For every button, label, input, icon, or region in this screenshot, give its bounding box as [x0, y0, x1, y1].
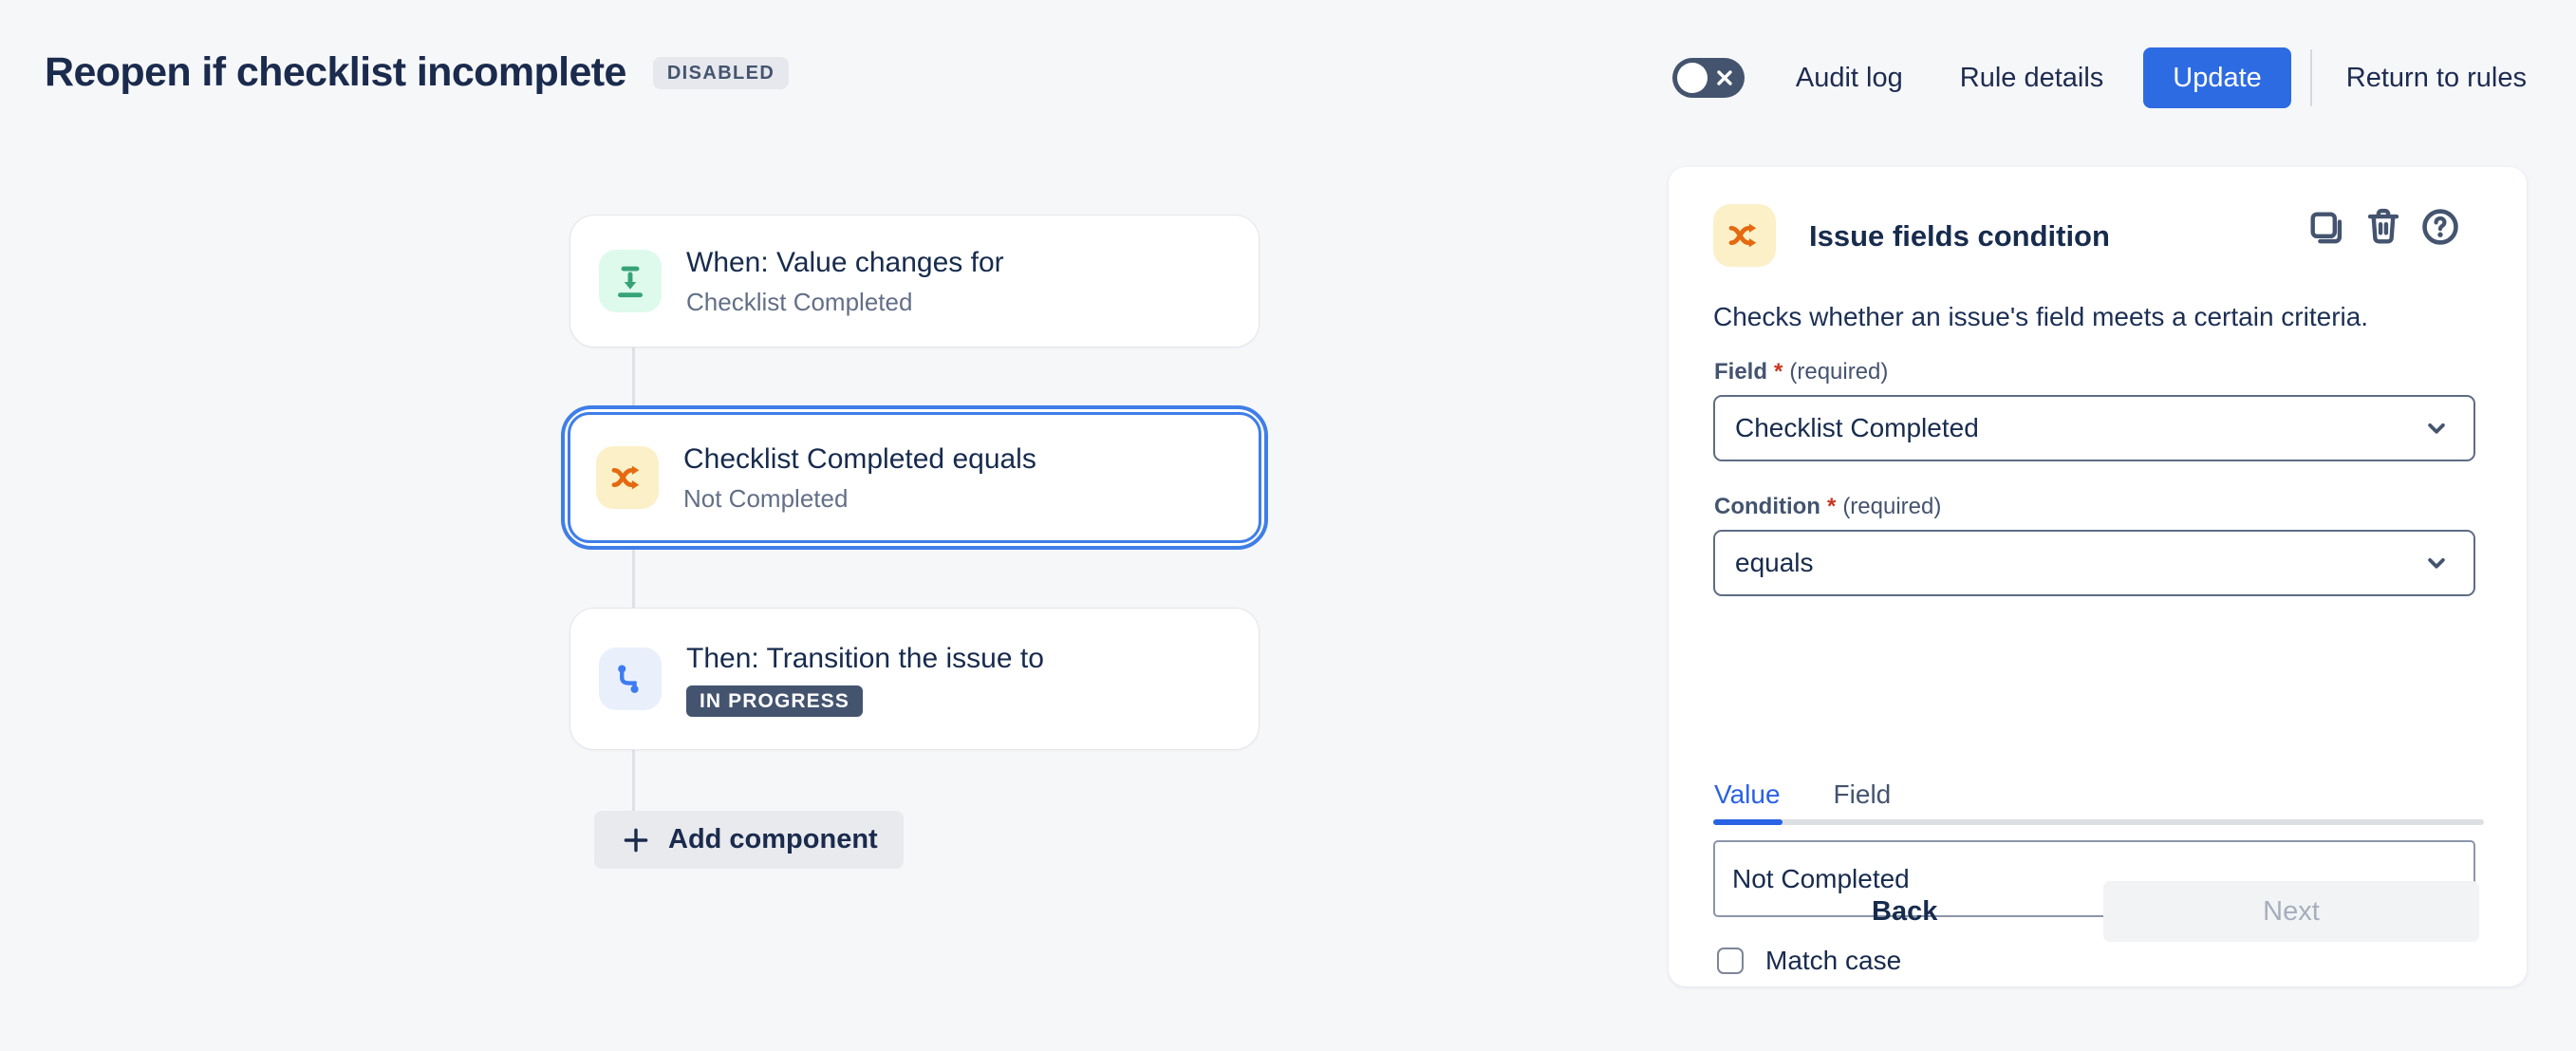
required-suffix: (required): [1842, 494, 1941, 520]
duplicate-component-button[interactable]: [2305, 207, 2348, 251]
trigger-card-subtitle: Checklist Completed: [686, 286, 1004, 318]
condition-card-subtitle: Not Completed: [683, 482, 1036, 515]
transition-status-badge: IN PROGRESS: [686, 685, 863, 717]
return-to-rules-link[interactable]: Return to rules: [2346, 63, 2527, 94]
header-actions: Audit log Rule details Update Return to …: [1672, 47, 2527, 109]
header-divider: [2310, 49, 2312, 106]
condition-select-value: equals: [1735, 548, 2422, 578]
flow-card-trigger[interactable]: When: Value changes for Checklist Comple…: [569, 215, 1260, 347]
page-header: Reopen if checklist incomplete DISABLED: [45, 49, 789, 96]
flow-connector-line: [632, 285, 635, 840]
trash-icon: [2362, 205, 2404, 247]
page-title: Reopen if checklist incomplete: [45, 49, 626, 96]
add-component-label: Add component: [668, 824, 878, 855]
required-asterisk: *: [1774, 359, 1783, 385]
trigger-card-title: When: Value changes for: [686, 245, 1004, 281]
plus-icon: [620, 824, 652, 856]
field-label: Field* (required): [1714, 359, 1888, 385]
delete-component-button[interactable]: [2361, 205, 2405, 249]
tab-track: [1713, 819, 2484, 825]
value-changes-trigger-icon: [599, 250, 662, 312]
next-button[interactable]: Next: [2103, 881, 2479, 942]
status-badge: DISABLED: [653, 57, 789, 89]
panel-title: Issue fields condition: [1809, 219, 2110, 253]
toggle-off-x-icon: [1715, 68, 1734, 87]
field-select-value: Checklist Completed: [1735, 413, 2422, 443]
action-card-title: Then: Transition the issue to: [686, 641, 1044, 677]
tab-field[interactable]: Field: [1834, 779, 1892, 810]
compare-tabs: Value Field: [1714, 779, 1891, 810]
required-suffix: (required): [1789, 359, 1888, 385]
required-asterisk: *: [1827, 494, 1836, 520]
shuffle-condition-icon: [596, 446, 659, 509]
match-case-checkbox[interactable]: [1717, 948, 1744, 974]
flow-card-action[interactable]: Then: Transition the issue to IN PROGRES…: [569, 608, 1260, 750]
update-button[interactable]: Update: [2143, 47, 2291, 108]
rule-enabled-toggle[interactable]: [1672, 58, 1745, 98]
shuffle-condition-icon: [1713, 204, 1776, 267]
audit-log-link[interactable]: Audit log: [1796, 63, 1903, 94]
flow-card-condition-selected[interactable]: Checklist Completed equals Not Completed: [561, 405, 1268, 550]
help-button[interactable]: [2418, 205, 2462, 249]
transition-action-icon: [599, 647, 662, 710]
add-component-button[interactable]: Add component: [594, 811, 904, 869]
match-case-option[interactable]: Match case: [1717, 946, 1901, 976]
active-tab-indicator: [1713, 819, 1783, 825]
help-icon: [2418, 205, 2462, 249]
automation-rule-editor: Reopen if checklist incomplete DISABLED …: [0, 0, 2576, 1051]
copy-icon: [2305, 207, 2347, 249]
match-case-label: Match case: [1765, 946, 1901, 976]
chevron-down-icon: [2422, 549, 2451, 577]
condition-config-panel: Issue fields condition Checks whether an: [1669, 167, 2527, 986]
chevron-down-icon: [2422, 414, 2451, 442]
condition-card-title: Checklist Completed equals: [683, 441, 1036, 478]
toggle-knob: [1677, 63, 1708, 93]
rule-details-link[interactable]: Rule details: [1960, 63, 2104, 94]
condition-select[interactable]: equals: [1713, 530, 2475, 596]
panel-description: Checks whether an issue's field meets a …: [1713, 302, 2368, 332]
field-select[interactable]: Checklist Completed: [1713, 395, 2475, 461]
tab-value[interactable]: Value: [1714, 779, 1781, 810]
condition-label: Condition* (required): [1714, 494, 1941, 520]
back-button[interactable]: Back: [1834, 881, 1975, 942]
